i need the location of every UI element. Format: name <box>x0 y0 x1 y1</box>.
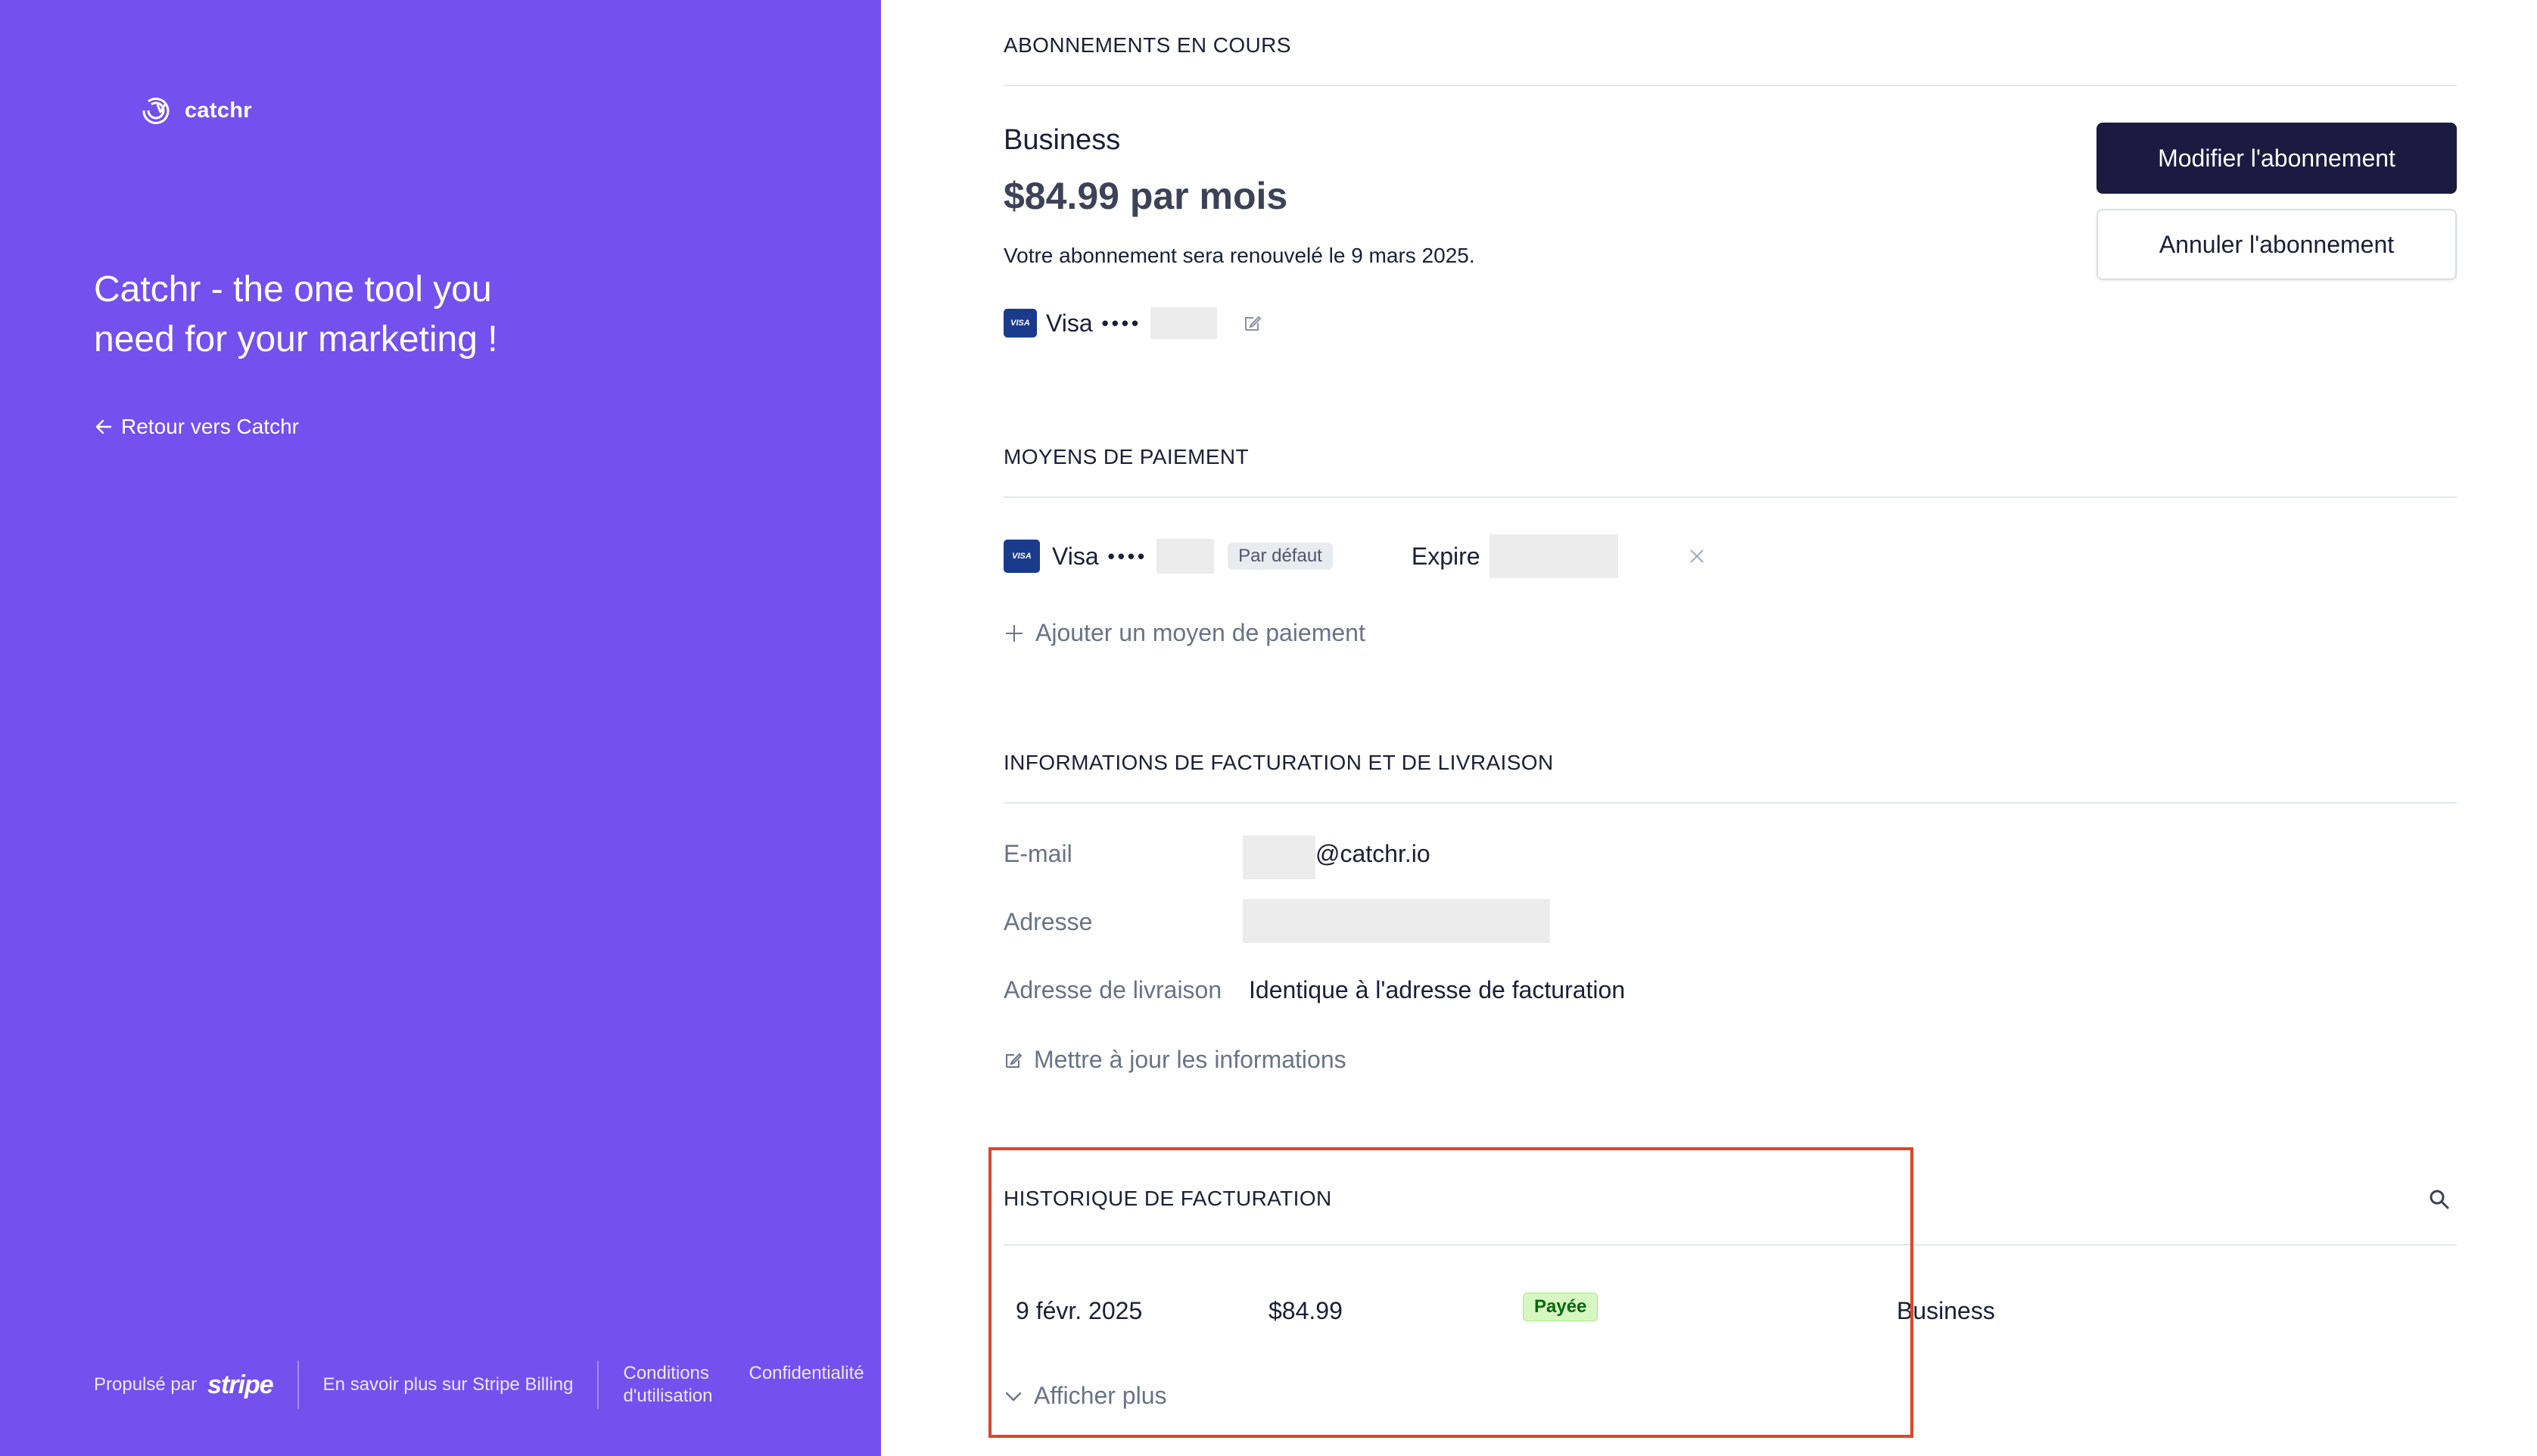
payment-methods-title: MOYENS DE PAIEMENT <box>1004 445 1250 468</box>
legal-links: Conditions d'utilisation Confidentialité <box>599 1362 864 1408</box>
privacy-link[interactable]: Confidentialité <box>749 1362 864 1408</box>
expire-label: Expire <box>1411 542 1480 570</box>
update-info-label: Mettre à jour les informations <box>1034 1046 1346 1073</box>
redacted-expiry <box>1489 534 1618 578</box>
subscription-card: VISA Visa •••• <box>1004 307 2457 339</box>
payment-method-row: VISA Visa •••• Par défaut Expire <box>1004 534 2457 578</box>
remove-payment-icon[interactable] <box>1686 546 1707 567</box>
back-to-catchr-link[interactable]: Retour vers Catchr <box>94 415 299 439</box>
powered-by[interactable]: Propulsé par stripe <box>94 1361 299 1409</box>
card-brand: Visa <box>1052 542 1099 570</box>
plus-icon <box>1006 624 1023 642</box>
terms-link[interactable]: Conditions d'utilisation <box>623 1362 729 1408</box>
edit-icon <box>1006 1053 1023 1068</box>
stripe-logo: stripe <box>207 1370 274 1399</box>
redacted-card-number <box>1156 539 1215 574</box>
address-label: Adresse <box>1004 908 1093 935</box>
terms-line-1: Conditions <box>623 1363 709 1383</box>
catchr-logo: catchr <box>138 94 252 127</box>
email-row: E-mail @catchr.io <box>1004 835 2457 881</box>
visa-icon: VISA <box>1004 540 1040 573</box>
cancel-subscription-button[interactable]: Annuler l'abonnement <box>2097 209 2457 280</box>
card-brand: Visa <box>1046 309 1093 337</box>
default-badge: Par défaut <box>1228 543 1333 570</box>
back-link-label: Retour vers Catchr <box>121 415 299 438</box>
tagline: Catchr - the one tool you need for your … <box>94 269 498 359</box>
redacted-card-number <box>1150 307 1218 339</box>
edit-icon[interactable] <box>1243 313 1262 333</box>
divider <box>1004 496 2457 498</box>
footer: Propulsé par stripe En savoir plus sur S… <box>94 1358 864 1412</box>
card-mask: •••• <box>1107 544 1148 568</box>
billing-info-title: INFORMATIONS DE FACTURATION ET DE LIVRAI… <box>1004 751 1554 774</box>
redacted-email-user <box>1243 835 1315 879</box>
shipping-value: Identique à l'adresse de facturation <box>1249 976 1626 1003</box>
add-payment-label: Ajouter un moyen de paiement <box>1035 619 1365 646</box>
subscription-section: ABONNEMENTS EN COURS <box>1004 33 2457 58</box>
modify-subscription-button[interactable]: Modifier l'abonnement <box>2097 123 2457 194</box>
learn-stripe-billing-link[interactable]: En savoir plus sur Stripe Billing <box>299 1361 599 1409</box>
branding-panel: catchr Catchr - the one tool you need fo… <box>0 0 881 1456</box>
catchr-logo-icon <box>142 98 170 124</box>
terms-line-2: d'utilisation <box>623 1386 713 1406</box>
divider <box>1004 85 2457 86</box>
email-value: @catchr.io <box>1315 840 1430 867</box>
visa-icon: VISA <box>1004 309 1037 338</box>
address-row: Adresse <box>1004 899 2457 944</box>
logo-text: catchr <box>185 98 252 123</box>
divider <box>1004 802 2457 804</box>
update-info-button[interactable]: Mettre à jour les informations <box>1004 1046 2457 1074</box>
arrow-left-icon <box>95 419 112 434</box>
shipping-label: Adresse de livraison <box>1004 976 1222 1003</box>
email-label: E-mail <box>1004 840 1072 867</box>
redacted-address <box>1243 899 1550 943</box>
highlight-box <box>988 1147 1913 1438</box>
subscription-section-title: ABONNEMENTS EN COURS <box>1004 33 1291 57</box>
card-mask: •••• <box>1101 311 1142 334</box>
search-icon[interactable] <box>2428 1188 2451 1211</box>
powered-by-label: Propulsé par <box>94 1374 198 1395</box>
shipping-row: Adresse de livraison Identique à l'adres… <box>1004 976 2457 1010</box>
add-payment-method-button[interactable]: Ajouter un moyen de paiement <box>1004 619 2457 647</box>
